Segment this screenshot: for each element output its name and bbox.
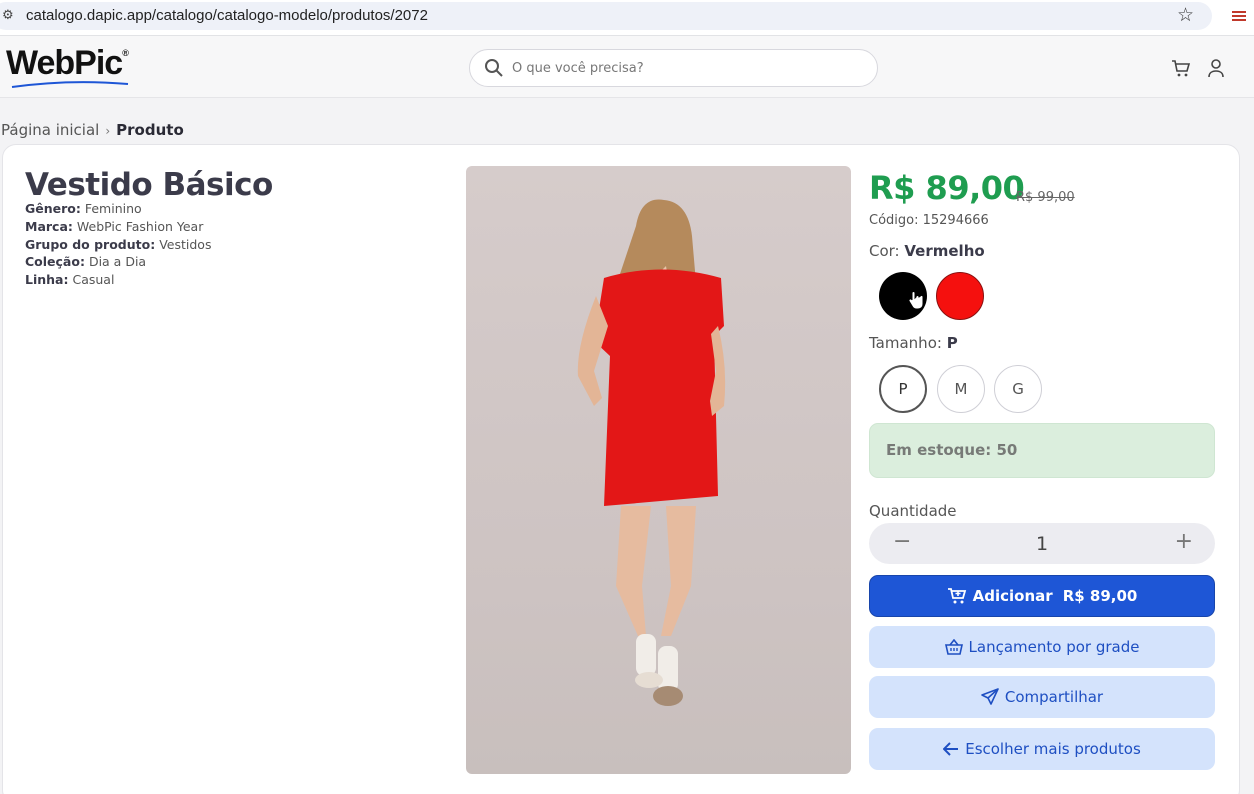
breadcrumb-current: Produto [116, 121, 184, 139]
cart-icon[interactable] [1171, 58, 1191, 78]
selected-color: Vermelho [904, 242, 985, 260]
share-button-label: Compartilhar [1004, 688, 1104, 706]
grade-button-label: Lançamento por grade [968, 638, 1140, 656]
product-title: Vestido Básico [25, 167, 273, 203]
quantity-value[interactable]: 1 [869, 533, 1215, 555]
product-specs: Gênero: Feminino Marca: WebPic Fashion Y… [25, 200, 211, 289]
site-header: WebPic® [0, 36, 1254, 98]
spec-brand: Marca: WebPic Fashion Year [25, 218, 204, 234]
add-button-label: Adicionar [972, 587, 1053, 605]
size-option-p[interactable]: P [879, 365, 927, 413]
product-old-price: R$ 99,00 [1016, 190, 1075, 205]
send-icon [981, 688, 999, 705]
search-icon [485, 59, 503, 77]
stock-status: Em estoque: 50 [869, 423, 1215, 478]
product-price: R$ 89,00 [869, 169, 1025, 207]
search-bar[interactable] [469, 49, 878, 87]
basket-icon [944, 639, 963, 655]
user-icon[interactable] [1207, 58, 1225, 78]
size-option-m[interactable]: M [937, 365, 985, 413]
quantity-increase-button[interactable]: + [1175, 529, 1193, 554]
selected-size: P [946, 334, 958, 352]
spec-group: Grupo do produto: Vestidos [25, 236, 212, 252]
spec-line: Linha: Casual [25, 272, 115, 288]
hand-cursor-icon [908, 291, 924, 310]
quantity-label: Quantidade [869, 502, 957, 520]
search-input[interactable] [512, 58, 862, 78]
size-option-g[interactable]: G [994, 365, 1042, 413]
extension-flag-icon[interactable] [1232, 11, 1246, 21]
color-label: Cor: Vermelho [869, 242, 985, 260]
site-settings-icon[interactable]: ⚙ [2, 8, 14, 23]
cart-plus-icon [947, 588, 966, 604]
breadcrumb-home-link[interactable]: Página inicial [1, 121, 99, 139]
logo-registered-mark: ® [122, 48, 129, 58]
spec-gender: Gênero: Feminino [25, 201, 142, 216]
product-code: Código: 15294666 [869, 213, 989, 228]
spec-collection: Coleção: Dia a Dia [25, 254, 147, 270]
arrow-left-icon [943, 742, 959, 756]
logo-swoosh-icon [11, 81, 129, 88]
browser-address-bar: ⚙ catalogo.dapic.app/catalogo/catalogo-m… [0, 0, 1254, 36]
product-photo[interactable] [466, 166, 851, 774]
url-text[interactable]: catalogo.dapic.app/catalogo/catalogo-mod… [26, 7, 428, 24]
color-swatch-red[interactable] [936, 272, 984, 320]
add-to-cart-button[interactable]: Adicionar R$ 89,00 [869, 575, 1215, 617]
webpic-logo[interactable]: WebPic® [6, 44, 129, 83]
breadcrumb-separator: › [105, 124, 111, 138]
share-button[interactable]: Compartilhar [869, 676, 1215, 718]
back-button-label: Escolher mais produtos [965, 740, 1141, 758]
breadcrumb: Página inicial › Produto [1, 121, 184, 139]
model-illustration [577, 199, 726, 706]
quantity-stepper: − 1 + [869, 523, 1215, 564]
size-label: Tamanho: P [869, 334, 958, 352]
grade-launch-button[interactable]: Lançamento por grade [869, 626, 1215, 668]
bookmark-star-icon[interactable]: ☆ [1177, 4, 1194, 26]
add-button-price: R$ 89,00 [1062, 587, 1138, 605]
choose-more-products-button[interactable]: Escolher mais produtos [869, 728, 1215, 770]
logo-text: WebPic [6, 44, 123, 82]
